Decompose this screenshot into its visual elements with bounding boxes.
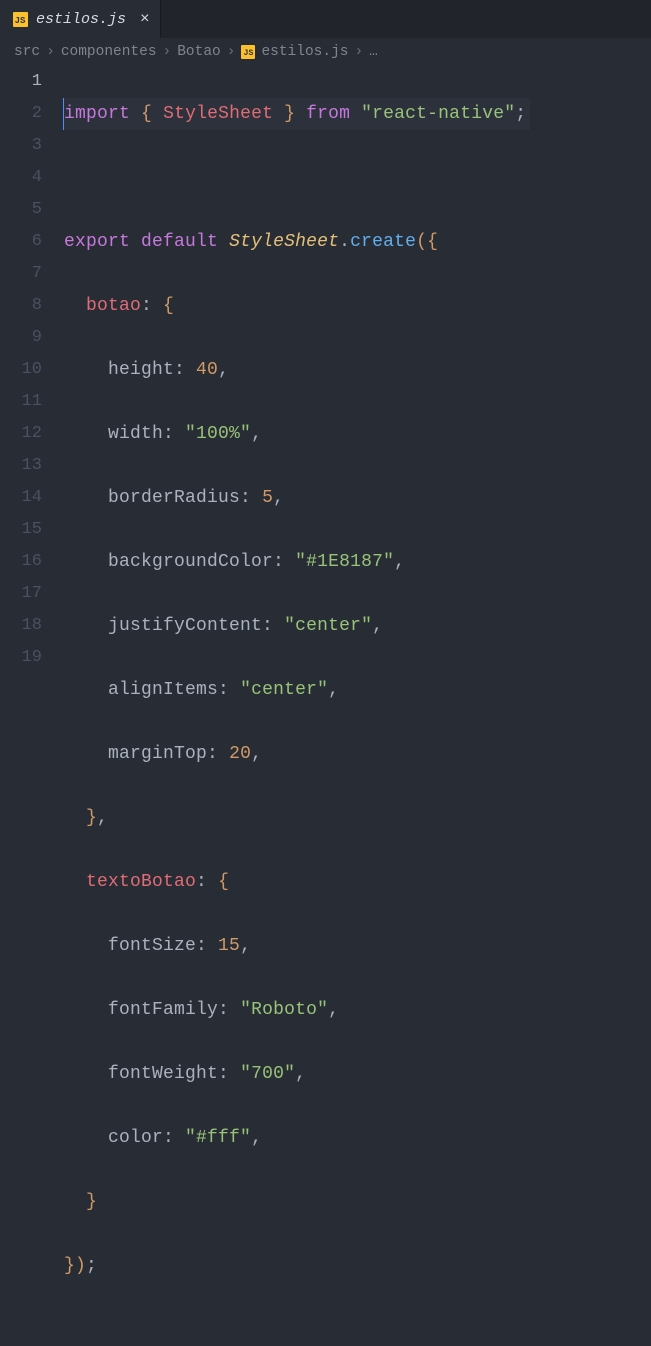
code-line: } (64, 1186, 651, 1218)
code-line: }); (64, 1250, 651, 1282)
breadcrumb: src › componentes › Botao › JS estilos.j… (0, 38, 651, 66)
tab-estilos[interactable]: JS estilos.js × (0, 0, 161, 38)
breadcrumb-src[interactable]: src (14, 44, 40, 60)
code-line: justifyContent: "center", (64, 610, 651, 642)
js-file-icon: JS (241, 45, 255, 59)
code-line: width: "100%", (64, 418, 651, 450)
breadcrumb-file[interactable]: estilos.js (261, 44, 348, 60)
code-line: fontWeight: "700", (64, 1058, 651, 1090)
code-line: export default StyleSheet.create({ (64, 226, 651, 258)
code-content[interactable]: import { StyleSheet } from "react-native… (64, 66, 651, 679)
chevron-right-icon: › (163, 44, 172, 60)
code-line: textoBotao: { (64, 866, 651, 898)
code-line: fontSize: 15, (64, 930, 651, 962)
code-line: botao: { (64, 290, 651, 322)
code-line: color: "#fff", (64, 1122, 651, 1154)
code-line: backgroundColor: "#1E8187", (64, 546, 651, 578)
code-line: import { StyleSheet } from "react-native… (64, 98, 651, 130)
breadcrumb-botao[interactable]: Botao (177, 44, 221, 60)
code-line: marginTop: 20, (64, 738, 651, 770)
chevron-right-icon: › (46, 44, 55, 60)
line-gutter: 1 2 3 4 5 6 7 8 9 10 11 12 13 14 15 16 1… (0, 66, 64, 679)
close-icon[interactable]: × (140, 10, 150, 28)
tab-filename: estilos.js (36, 11, 126, 28)
editor-area: 1 2 3 4 5 6 7 8 9 10 11 12 13 14 15 16 1… (0, 66, 651, 679)
code-line (64, 162, 651, 194)
breadcrumb-componentes[interactable]: componentes (61, 44, 157, 60)
js-file-icon: JS (12, 11, 28, 27)
chevron-right-icon: › (227, 44, 236, 60)
code-line: borderRadius: 5, (64, 482, 651, 514)
breadcrumb-ellipsis[interactable]: … (369, 44, 378, 60)
code-line: }, (64, 802, 651, 834)
tab-bar: JS estilos.js × (0, 0, 651, 38)
code-line: fontFamily: "Roboto", (64, 994, 651, 1026)
chevron-right-icon: › (354, 44, 363, 60)
code-line: height: 40, (64, 354, 651, 386)
